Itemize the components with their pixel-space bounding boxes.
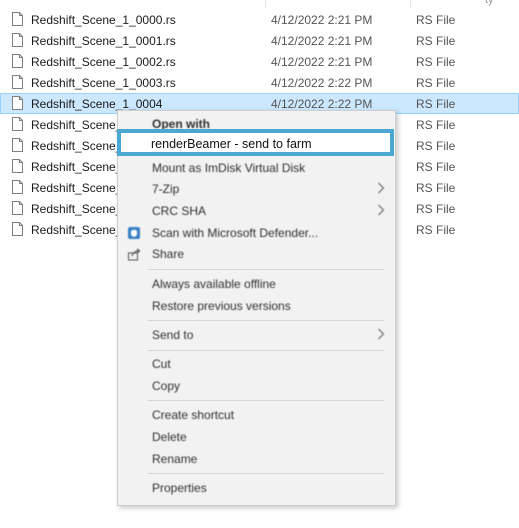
menu-separator — [148, 350, 384, 351]
menu-separator — [148, 473, 384, 474]
menu-item-label: CRC SHA — [152, 204, 207, 218]
file-name: Redshift_Scene_ — [31, 181, 123, 195]
file-name: Redshift_Scene_ — [31, 202, 123, 216]
column-divider — [410, 0, 411, 8]
menu-item-label: Delete — [152, 430, 187, 444]
file-name: Redshift_Scene_1_0004 — [31, 97, 163, 111]
menu-item-mount-imdisk[interactable]: Mount as ImDisk Virtual Disk — [118, 158, 395, 178]
menu-separator — [148, 320, 384, 321]
shield-icon — [128, 227, 140, 239]
file-name: Redshift_Scene_1_0002.rs — [31, 55, 176, 69]
menu-item-label: Copy — [152, 379, 181, 393]
menu-item-label: 7-Zip — [152, 182, 180, 196]
file-date: 4/12/2022 2:22 PM — [271, 76, 373, 90]
chevron-right-icon — [378, 328, 385, 340]
menu-item-cut[interactable]: Cut — [118, 354, 395, 374]
file-icon — [12, 54, 23, 68]
file-icon — [12, 12, 23, 26]
chevron-right-icon — [378, 204, 385, 216]
menu-item-delete[interactable]: Delete — [118, 427, 395, 447]
menu-item-label: Share — [152, 247, 185, 261]
file-type: RS File — [416, 223, 456, 237]
file-icon — [12, 75, 23, 89]
file-date: 4/12/2022 2:22 PM — [271, 97, 373, 111]
menu-item-renderbeamer-send-to-farm[interactable]: renderBeamer - send to farm — [117, 129, 394, 156]
file-type: RS File — [416, 13, 456, 27]
file-type: RS File — [416, 139, 456, 153]
menu-item-create-shortcut[interactable]: Create shortcut — [118, 405, 395, 425]
menu-item-properties[interactable]: Properties — [118, 478, 395, 498]
column-divider — [265, 0, 266, 8]
file-name: Redshift_Scene_ — [31, 223, 123, 237]
file-name: Redshift_Scene_ — [31, 160, 123, 174]
menu-item-label: Mount as ImDisk Virtual Disk — [152, 161, 306, 175]
file-icon — [12, 117, 23, 131]
file-type: RS File — [416, 34, 456, 48]
menu-item-scan-defender[interactable]: Scan with Microsoft Defender... — [118, 223, 395, 243]
file-row[interactable]: Redshift_Scene_1_0003.rs 4/12/2022 2:22 … — [0, 72, 519, 93]
menu-separator — [148, 269, 384, 270]
file-icon — [12, 33, 23, 47]
file-type: RS File — [416, 55, 456, 69]
file-type: RS File — [416, 97, 456, 111]
menu-item-label: Create shortcut — [152, 408, 235, 422]
menu-item-crc-sha[interactable]: CRC SHA — [118, 201, 395, 221]
file-row[interactable]: Redshift_Scene_1_0002.rs 4/12/2022 2:21 … — [0, 51, 519, 72]
file-date: 4/12/2022 2:21 PM — [271, 13, 373, 27]
file-icon — [12, 201, 23, 215]
file-name: Redshift_Scene_1_0001.rs — [31, 34, 176, 48]
menu-item-restore-versions[interactable]: Restore previous versions — [118, 296, 395, 316]
menu-item-label: Scan with Microsoft Defender... — [152, 226, 319, 240]
file-name: Redshift_Scene_ — [31, 118, 123, 132]
menu-item-7zip[interactable]: 7-Zip — [118, 179, 395, 199]
file-type: RS File — [416, 181, 456, 195]
chevron-right-icon — [378, 182, 385, 194]
file-icon — [12, 180, 23, 194]
menu-item-label: Always available offline — [152, 277, 276, 291]
file-row[interactable]: Redshift_Scene_1_0000.rs 4/12/2022 2:21 … — [0, 9, 519, 30]
file-type: RS File — [416, 76, 456, 90]
file-name: Redshift_Scene_1_0003.rs — [31, 76, 176, 90]
file-icon — [12, 138, 23, 152]
menu-item-label: renderBeamer - send to farm — [151, 137, 312, 151]
file-type: RS File — [416, 202, 456, 216]
file-icon — [12, 159, 23, 173]
menu-item-label: Send to — [152, 328, 194, 342]
menu-item-share[interactable]: Share — [118, 244, 395, 264]
file-date: 4/12/2022 2:21 PM — [271, 34, 373, 48]
menu-item-label: Cut — [152, 357, 171, 371]
menu-item-always-offline[interactable]: Always available offline — [118, 274, 395, 294]
type-column-header-fragment: ty — [485, 0, 494, 6]
menu-item-label: Rename — [152, 452, 198, 466]
file-name: Redshift_Scene_1_0000.rs — [31, 13, 176, 27]
menu-item-copy[interactable]: Copy — [118, 376, 395, 396]
file-icon — [12, 96, 23, 110]
file-name: Redshift_Scene_ — [31, 139, 123, 153]
menu-item-label: Properties — [152, 481, 207, 495]
share-icon — [128, 248, 141, 261]
menu-item-rename[interactable]: Rename — [118, 449, 395, 469]
menu-item-label: Restore previous versions — [152, 299, 291, 313]
file-date: 4/12/2022 2:21 PM — [271, 55, 373, 69]
file-type: RS File — [416, 160, 456, 174]
file-row[interactable]: Redshift_Scene_1_0001.rs 4/12/2022 2:21 … — [0, 30, 519, 51]
file-icon — [12, 222, 23, 236]
context-menu: Open with Mount as ImDisk Virtual Disk 7… — [117, 110, 396, 506]
file-type: RS File — [416, 118, 456, 132]
menu-item-send-to[interactable]: Send to — [118, 325, 395, 345]
menu-separator — [148, 400, 384, 401]
